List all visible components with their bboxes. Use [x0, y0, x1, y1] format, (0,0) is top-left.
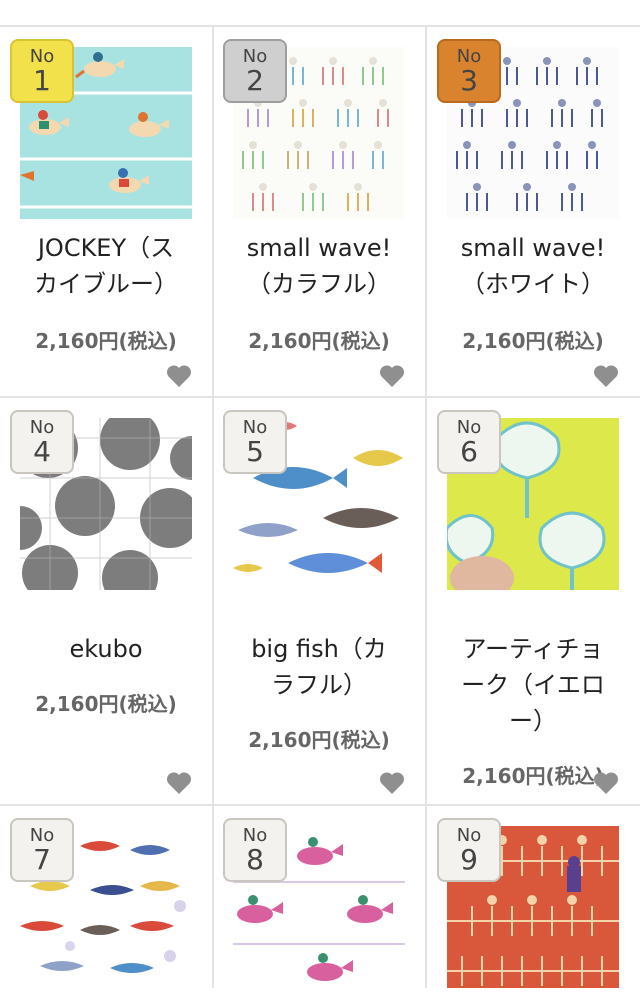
rank-number: 1 — [33, 64, 51, 97]
product-card[interactable]: No 4 ekubo 2,160円(税込) — [0, 398, 212, 804]
heart-icon[interactable] — [593, 364, 619, 388]
product-card[interactable]: No 9 — [427, 806, 639, 996]
heart-icon[interactable] — [166, 364, 192, 388]
product-title-line: ラフル） — [271, 671, 367, 699]
product-card[interactable]: No 8 — [213, 806, 425, 996]
rank-badge: No 2 — [223, 39, 287, 103]
product-title-line: アーティチョ — [462, 635, 604, 663]
product-title[interactable]: small wave! （ホワイト） — [427, 230, 639, 302]
heart-icon[interactable] — [166, 771, 192, 795]
heart-icon[interactable] — [379, 364, 405, 388]
rank-number: 8 — [246, 843, 264, 876]
product-title-line: （ホワイト） — [461, 270, 605, 298]
product-title[interactable]: big fish（カ ラフル） — [213, 631, 425, 703]
product-title-line: JOCKEY（ス — [37, 234, 175, 262]
product-title-line: ー） — [509, 707, 557, 735]
product-title-line: ekubo — [69, 635, 143, 663]
rank-badge: No 7 — [10, 818, 74, 882]
rank-badge: No 8 — [223, 818, 287, 882]
product-card[interactable]: No 3 small wave! （ホワイト） 2,160円(税込) — [427, 27, 639, 396]
rank-badge: No 3 — [437, 39, 501, 103]
product-card[interactable]: No 5 big fish（カ ラフル） 2,160円(税込) — [213, 398, 425, 804]
rank-number: 2 — [246, 64, 264, 97]
product-title[interactable]: ekubo — [0, 631, 212, 667]
rank-badge: No 5 — [223, 410, 287, 474]
product-title-line: small wave! — [460, 234, 606, 262]
product-title-line: （カラフル） — [247, 270, 391, 298]
rank-number: 6 — [460, 435, 478, 468]
product-title[interactable]: アーティチョ ーク（イエロ ー） — [427, 631, 639, 739]
rank-number: 5 — [246, 435, 264, 468]
rank-number: 9 — [460, 843, 478, 876]
product-price: 2,160円(税込) — [248, 728, 390, 752]
product-title[interactable]: small wave! （カラフル） — [213, 230, 425, 302]
product-price: 2,160円(税込) — [248, 329, 390, 353]
rank-badge: No 9 — [437, 818, 501, 882]
rank-badge: No 1 — [10, 39, 74, 103]
product-price: 2,160円(税込) — [462, 329, 604, 353]
product-price: 2,160円(税込) — [35, 329, 177, 353]
heart-icon[interactable] — [593, 771, 619, 795]
product-title-line: big fish（カ — [251, 635, 387, 663]
product-card[interactable]: No 7 — [0, 806, 212, 996]
rank-number: 7 — [33, 843, 51, 876]
rank-number: 4 — [33, 435, 51, 468]
rank-number: 3 — [460, 64, 478, 97]
product-title[interactable]: JOCKEY（ス カイブルー） — [0, 230, 212, 302]
heart-icon[interactable] — [379, 771, 405, 795]
product-card[interactable]: No 2 small wave! （カラフル） 2,160円(税込) — [213, 27, 425, 396]
product-title-line: ーク（イエロ — [461, 671, 605, 699]
product-price: 2,160円(税込) — [35, 692, 177, 716]
product-card[interactable]: No 6 アーティチョ ーク（イエロ ー） 2,160円(税込) — [427, 398, 639, 804]
product-title-line: カイブルー） — [34, 270, 178, 298]
product-card[interactable]: No 1 JOCKEY（ス カイブルー） 2,160円(税込) — [0, 27, 212, 396]
product-title-line: small wave! — [246, 234, 392, 262]
rank-badge: No 6 — [437, 410, 501, 474]
rank-badge: No 4 — [10, 410, 74, 474]
